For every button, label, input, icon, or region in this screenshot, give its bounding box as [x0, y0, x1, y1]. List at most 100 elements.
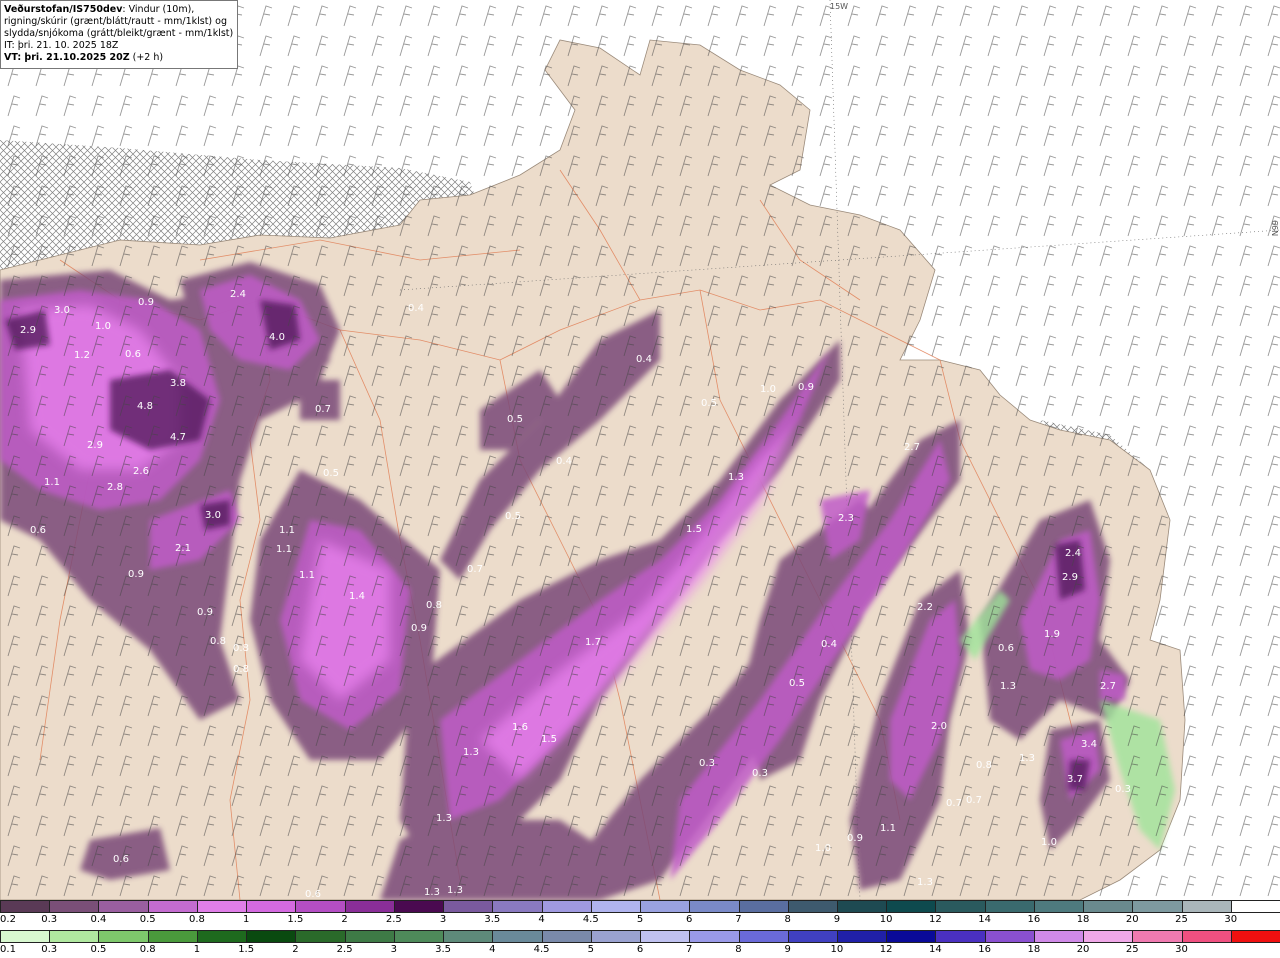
- precip-value-label: 0.9: [411, 623, 427, 634]
- precip-value-label: 0.8: [233, 643, 249, 654]
- legend-label: 14: [929, 944, 942, 955]
- precip-value-label: 0.4: [636, 354, 652, 365]
- precip-value-label: 0.3: [752, 768, 768, 779]
- legend-swatch: [590, 930, 642, 943]
- legend-label: 9: [784, 944, 791, 955]
- legend-swatch: [1033, 930, 1085, 943]
- precip-value-label: 1.5: [686, 524, 702, 535]
- precip-value-label: 1.0: [95, 321, 111, 332]
- legend-swatch: [246, 900, 297, 913]
- legend-swatch: [393, 900, 445, 913]
- legend-label: 2: [292, 944, 299, 955]
- legend-swatch: [49, 900, 100, 913]
- info-description: Veðurstofan/IS750dev: Vindur (10m), rign…: [4, 4, 234, 40]
- precip-value-label: 0.4: [821, 639, 837, 650]
- legend-label: 4.5: [533, 944, 550, 955]
- precip-value-label: 0.6: [998, 643, 1014, 654]
- precip-value-label: 0.6: [113, 854, 129, 865]
- legend-swatch: [787, 930, 838, 943]
- precip-value-label: 3.8: [170, 378, 186, 389]
- legend-label: 12: [879, 944, 893, 955]
- legend-label: 12: [929, 914, 942, 925]
- legend-label: 8: [784, 914, 791, 925]
- precip-value-label: 1.3: [917, 877, 933, 888]
- legend-label: 3.5: [435, 944, 452, 955]
- legend-label: 20: [1076, 944, 1090, 955]
- info-box: Veðurstofan/IS750dev: Vindur (10m), rign…: [0, 0, 238, 69]
- legend-label: 6: [636, 944, 644, 955]
- legend-label: 2.5: [336, 944, 353, 955]
- precip-value-label: 0.9: [798, 382, 814, 393]
- precip-value-label: 0.5: [789, 678, 805, 689]
- precip-value-label: 0.7: [467, 564, 483, 575]
- legend-label: 1: [193, 944, 201, 955]
- legend-swatch: [295, 900, 346, 913]
- precip-value-label: 1.1: [279, 525, 295, 536]
- legend-swatch: [689, 900, 740, 913]
- legend-swatch: [1132, 930, 1183, 943]
- precip-value-label: 0.7: [966, 795, 982, 806]
- legend-bar-snow: [0, 900, 1280, 913]
- legend-swatch: [492, 900, 543, 913]
- legend-swatch: [886, 930, 937, 943]
- legend-label: 0.8: [139, 944, 156, 955]
- legend-label: 1.5: [238, 944, 255, 955]
- precip-value-label: 1.0: [760, 384, 776, 395]
- precip-value-label: 1.3: [1019, 753, 1035, 764]
- valid-time: VT: þri. 21.10.2025 20Z (+2 h): [4, 52, 234, 64]
- legend-label: 0.3: [41, 944, 58, 955]
- precip-value-label: 0.8: [210, 636, 226, 647]
- precip-value-label: 1.3: [447, 885, 463, 896]
- legend-label: 5: [636, 914, 644, 925]
- lon-label: 15W: [830, 2, 848, 11]
- legend-label: 25: [1175, 914, 1188, 925]
- weather-map: 15W 66N 3.0 2.9 1.0 0.9 1.2 0.6 2.4 4.0 0.4 3.8 4.…: [0, 0, 1280, 900]
- precip-value-label: 2.7: [1100, 681, 1116, 692]
- legend-label: 3: [439, 914, 447, 925]
- legend-swatch: [147, 900, 198, 913]
- legend-label: 5: [587, 944, 594, 955]
- precip-value-label: 0.4: [408, 303, 424, 314]
- legend-label: 16: [978, 944, 991, 955]
- legend-label: 0.3: [41, 914, 58, 925]
- precip-value-label: 1.1: [276, 544, 292, 555]
- legend-label: 10: [830, 944, 844, 955]
- legend-swatch: [640, 900, 691, 913]
- legend-label: 0.8: [188, 914, 205, 925]
- legend-swatch: [393, 930, 445, 943]
- precip-value-label: 1.3: [436, 813, 452, 824]
- precip-value-label: 3.7: [1067, 774, 1083, 785]
- legend-swatch: [147, 930, 198, 943]
- precip-value-label: 1.9: [1044, 629, 1060, 640]
- legend-swatch: [1033, 900, 1085, 913]
- legend-label: 14: [978, 914, 991, 925]
- legend-label: 16: [1027, 914, 1041, 925]
- precip-value-label: 0.3: [699, 758, 715, 769]
- legend-swatch: [541, 930, 592, 943]
- precip-value-label: 1.0: [1041, 837, 1057, 848]
- precip-value-label: 4.7: [170, 432, 186, 443]
- precip-value-label: 2.9: [20, 325, 36, 336]
- precip-value-label: 2.4: [230, 289, 246, 300]
- legend-swatch: [935, 930, 986, 943]
- legend-label: 3: [390, 944, 398, 955]
- legend-label: 10: [879, 914, 893, 925]
- precip-value-label: 0.5: [505, 511, 521, 522]
- legend-swatch: [1083, 900, 1134, 913]
- legend-swatch: [1181, 930, 1232, 943]
- precip-value-label: 1.1: [44, 477, 60, 488]
- legend-swatch: [492, 930, 543, 943]
- precip-value-label: 1.3: [728, 472, 744, 483]
- legend-label: 18: [1027, 944, 1041, 955]
- precip-value-label: 1.0: [815, 843, 831, 854]
- legend-swatch: [443, 930, 494, 943]
- precip-value-label: 1.4: [349, 591, 365, 602]
- legend-label: 8: [735, 944, 742, 955]
- precip-value-label: 2.8: [107, 482, 123, 493]
- legend-swatch: [295, 930, 346, 943]
- legend-label: 4.5: [582, 914, 599, 925]
- legend-labels-rain: 0.1 0.3 0.5 0.8 1 1.5 2 2.5 3 3.5 4 4.5 5 6 7 8 9 10 12 14 1…: [0, 944, 1280, 958]
- precip-value-label: 0.5: [507, 414, 523, 425]
- forecast-offset: (+2 h): [129, 52, 164, 63]
- legend-swatch: [98, 900, 149, 913]
